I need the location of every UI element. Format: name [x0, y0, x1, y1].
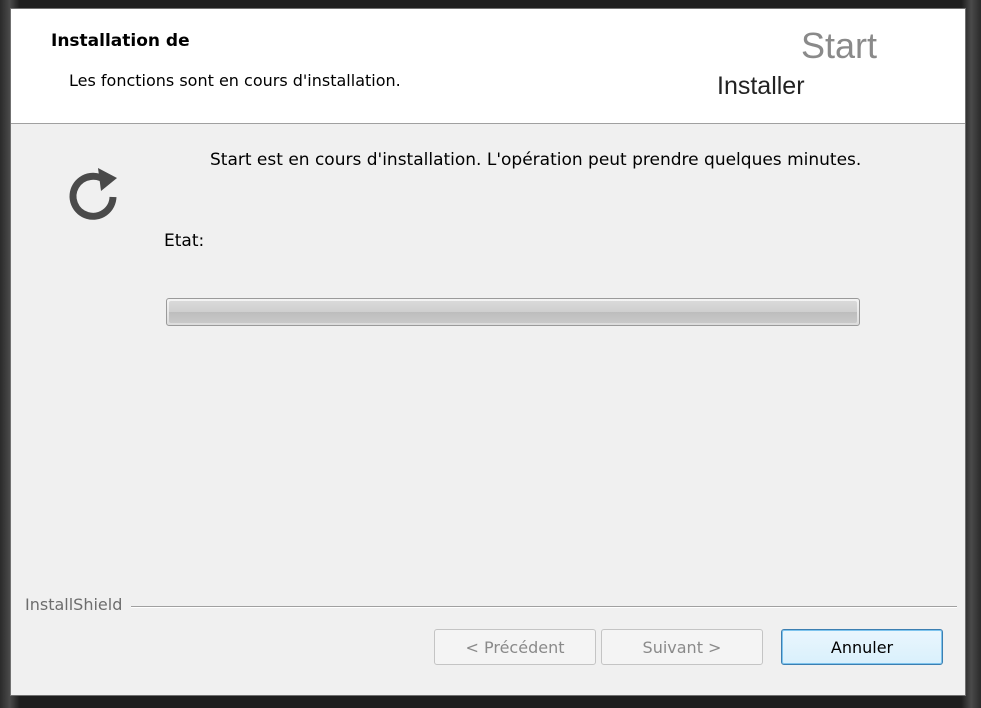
dialog-title: Installation de — [51, 31, 190, 51]
install-progress-bar — [166, 298, 860, 326]
installer-dialog: Installation de Les fonctions sont en co… — [10, 8, 966, 696]
back-button[interactable]: < Précédent — [434, 629, 596, 665]
cancel-button[interactable]: Annuler — [781, 629, 943, 665]
next-button[interactable]: Suivant > — [601, 629, 763, 665]
brand-logo-bottom: Installer — [717, 72, 805, 100]
status-label: Etat: — [164, 231, 205, 251]
install-status-text: Start est en cours d'installation. L'opé… — [164, 147, 864, 173]
install-status-message: Start est en cours d'installation. L'opé… — [210, 150, 862, 170]
refresh-icon — [69, 168, 117, 220]
brand-logo-top: Start — [801, 25, 878, 66]
dialog-subtitle: Les fonctions sont en cours d'installati… — [69, 71, 401, 90]
footer-separator — [131, 606, 957, 608]
dialog-header: Installation de Les fonctions sont en co… — [11, 9, 965, 124]
progress-track — [169, 301, 857, 323]
vendor-label: InstallShield — [25, 595, 129, 614]
